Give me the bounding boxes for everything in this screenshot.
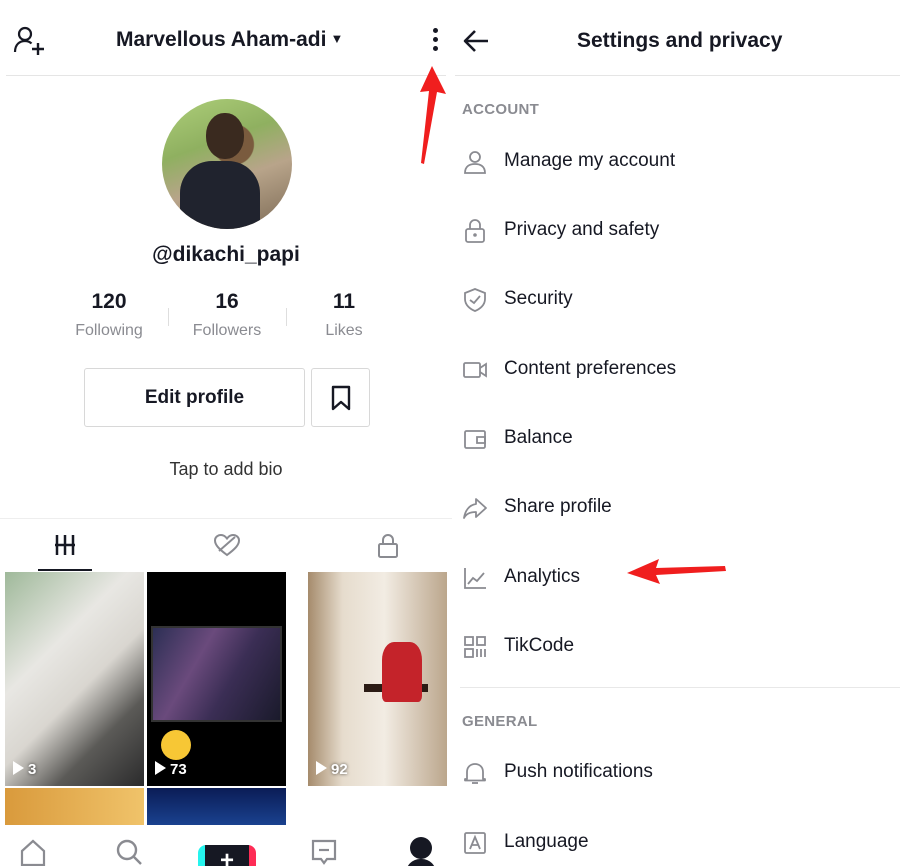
settings-item-label: Manage my account [504,150,676,171]
settings-item-label: Language [504,831,589,852]
home-icon[interactable] [18,837,48,866]
settings-item-privacy[interactable]: Privacy and safety [455,202,900,258]
more-options-icon[interactable] [426,26,444,58]
play-icon [316,761,327,775]
settings-item-language[interactable]: Language [455,814,900,866]
analytics-chart-icon [464,568,486,589]
profile-tabs [0,518,452,571]
tab-liked[interactable] [152,519,302,571]
bell-icon [464,763,486,784]
inbox-icon[interactable] [310,837,338,866]
profile-screen: Marvellous Aham-adi ▼ @dikachi_papi 120 F… [0,0,452,866]
stat-likes-value: 11 [332,290,356,313]
wallet-icon [464,430,486,449]
profile-top-bar: Marvellous Aham-adi ▼ [6,0,446,76]
settings-item-content-preferences[interactable]: Content preferences [455,341,900,397]
annotation-arrow-left [627,559,726,584]
section-header-account: ACCOUNT [462,101,540,118]
grid-icon [55,535,75,555]
video-camera-icon [463,362,487,378]
laughing-emoji-icon [161,730,191,760]
share-icon [463,498,487,519]
back-arrow-icon[interactable] [461,26,491,56]
profile-stats: 120 Following 16 Followers 11 Likes [50,290,405,350]
profile-nav-icon[interactable] [410,837,432,859]
settings-item-label: Analytics [504,566,581,587]
settings-item-balance[interactable]: Balance [455,410,900,466]
view-count-value: 92 [331,761,348,778]
person-icon [464,151,486,174]
settings-item-manage-account[interactable]: Manage my account [455,133,900,189]
avatar[interactable] [162,99,292,229]
annotation-arrow-up [420,66,446,164]
heart-hidden-icon [213,533,241,557]
stat-followers[interactable]: 16 Followers [167,290,287,340]
favorites-button[interactable] [311,368,370,427]
settings-item-label: Balance [504,427,573,448]
settings-item-label: Content preferences [504,358,677,379]
settings-item-label: TikCode [504,635,575,656]
qr-code-icon [464,636,486,658]
stat-following-value: 120 [91,290,127,313]
settings-header: Settings and privacy [455,0,900,76]
stat-following-label: Following [75,322,143,339]
language-icon [464,832,486,854]
view-count: 3 [13,761,36,778]
view-count-value: 73 [170,761,187,778]
stat-followers-value: 16 [215,290,239,313]
view-count-value: 3 [28,761,37,778]
tab-private[interactable] [313,519,452,571]
stat-likes-label: Likes [325,322,363,339]
play-icon [155,761,166,775]
settings-item-share-profile[interactable]: Share profile [455,479,900,535]
section-divider [460,687,900,688]
video-thumbnail[interactable]: 92 [308,572,447,786]
stat-likes[interactable]: 11 Likes [284,290,404,340]
settings-item-label: Push notifications [504,761,653,782]
search-icon[interactable] [114,837,144,866]
video-thumbnail[interactable]: 73 [147,572,286,786]
chevron-down-icon: ▼ [330,31,344,46]
view-count: 92 [316,761,348,778]
tab-videos[interactable] [0,519,140,571]
add-user-icon[interactable] [12,24,46,58]
edit-profile-button[interactable]: Edit profile [84,368,305,427]
settings-item-tikcode[interactable]: TikCode [455,618,900,674]
settings-item-label: Security [504,288,573,309]
active-tab-indicator [38,569,92,571]
bookmark-icon [331,385,351,411]
lock-icon [465,219,485,243]
username-text: Marvellous Aham-adi [116,28,327,51]
lock-icon [378,533,398,558]
page-title: Settings and privacy [577,29,783,52]
settings-screen: Settings and privacy ACCOUNT Manage my a… [455,0,905,866]
settings-item-label: Share profile [504,496,612,517]
play-icon [13,761,24,775]
settings-item-security[interactable]: Security [455,271,900,327]
video-thumbnail[interactable]: 3 [5,572,144,786]
username-dropdown[interactable]: Marvellous Aham-adi ▼ [116,28,343,52]
settings-item-label: Privacy and safety [504,219,660,240]
shield-icon [464,288,486,312]
profile-handle: @dikachi_papi [152,243,300,266]
view-count: 73 [155,761,187,778]
add-bio-prompt[interactable]: Tap to add bio [0,459,452,480]
section-header-general: GENERAL [462,713,538,730]
bottom-navigation: + [0,825,452,866]
settings-item-push-notifications[interactable]: Push notifications [455,744,900,800]
stat-followers-label: Followers [192,322,262,339]
create-button[interactable]: + [198,845,256,866]
plus-icon: + [219,847,234,866]
video-grid: 3 73 92 [5,572,447,838]
stat-following[interactable]: 120 Following [49,290,169,340]
